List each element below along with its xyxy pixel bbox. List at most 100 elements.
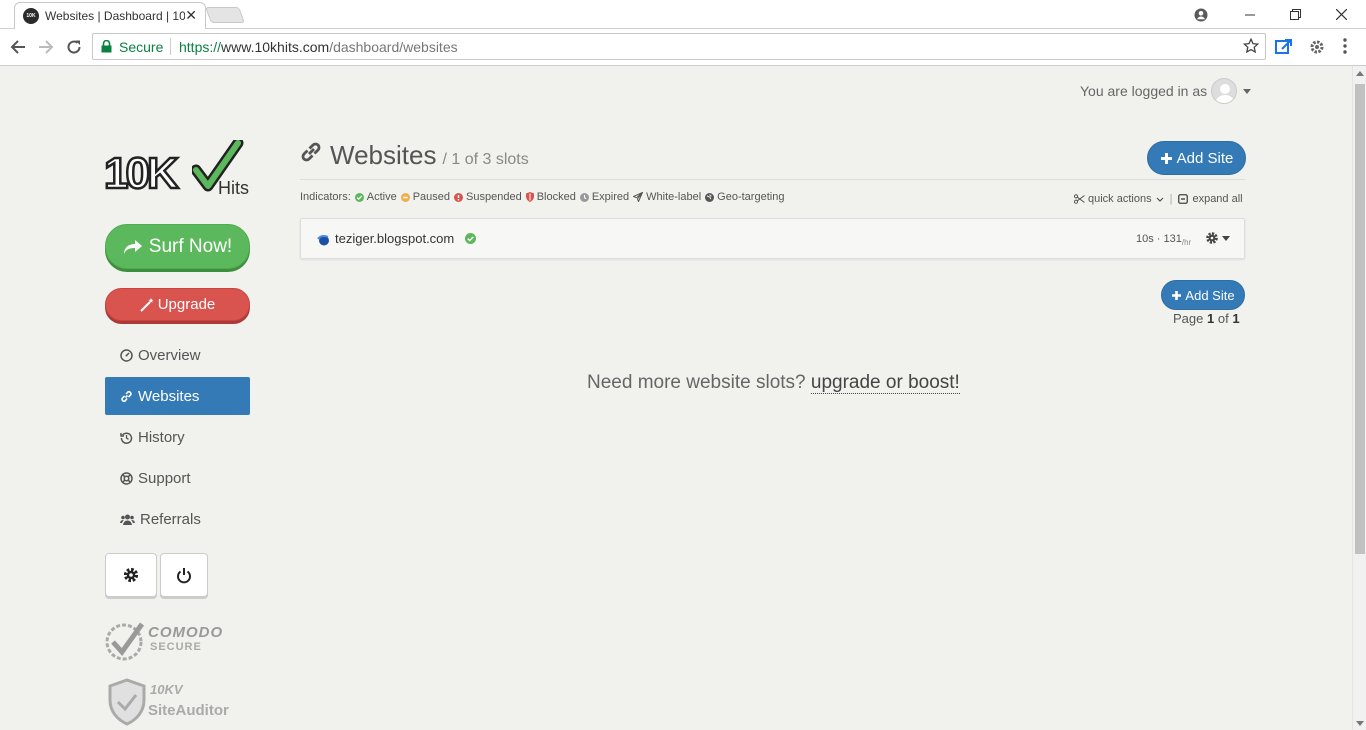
upgrade-or-boost-link[interactable]: upgrade or boost! xyxy=(810,372,960,394)
settings-button[interactable] xyxy=(105,553,157,597)
site-list-item[interactable]: teziger.blogspot.com 10s · 131/hr xyxy=(300,218,1245,259)
gear-icon xyxy=(1206,232,1218,244)
indicator-label: Paused xyxy=(412,191,451,203)
back-arrow-icon[interactable] xyxy=(8,37,28,57)
browser-menu-icon[interactable] xyxy=(1343,38,1347,54)
site-name[interactable]: teziger.blogspot.com xyxy=(335,231,454,246)
gear-icon xyxy=(123,567,139,583)
indicator-active: Active xyxy=(354,191,397,203)
add-site-label: Add Site xyxy=(1185,287,1235,303)
comodo-secure-badge[interactable]: COMODO SECURE xyxy=(104,618,234,663)
more-slots-message: Need more website slots? upgrade or boos… xyxy=(587,372,960,394)
sidebar-item-label: Support xyxy=(138,469,191,487)
url-host: www.10khits.com xyxy=(221,39,330,55)
sidebar-item-referrals[interactable]: Referrals xyxy=(105,500,250,538)
indicator-blocked: Blocked xyxy=(525,191,576,203)
indicator-suspended: Suspended xyxy=(454,191,522,203)
extension-icon[interactable] xyxy=(1275,38,1293,56)
indicator-label: Geo-targeting xyxy=(717,191,785,203)
clock-icon xyxy=(579,192,589,202)
indicator-expired: Expired xyxy=(579,191,629,203)
paper-plane-icon xyxy=(633,192,644,202)
expand-all-button[interactable]: expand all xyxy=(1178,193,1243,205)
address-bar[interactable]: Secure https://www.10khits.com/dashboard… xyxy=(92,33,1266,60)
browser-tab[interactable]: 10K Websites | Dashboard | 10KHits ✕ xyxy=(14,2,206,29)
magic-wand-icon xyxy=(140,297,154,312)
quick-actions-button[interactable]: quick actions xyxy=(1074,193,1164,205)
comodo-check-icon xyxy=(105,622,145,661)
url-path: /dashboard/websites xyxy=(329,39,458,55)
dashboard-icon xyxy=(120,348,133,362)
page-title: Websites / 1 of 3 slots xyxy=(300,140,529,171)
sidebar-item-support[interactable]: Support xyxy=(105,459,250,497)
sidebar-item-label: Websites xyxy=(138,387,200,405)
page-current: 1 xyxy=(1207,311,1215,326)
quick-actions-label: quick actions xyxy=(1088,193,1152,205)
site-stats-value: 10s · 131 xyxy=(1136,233,1182,245)
indicator-paused: Paused xyxy=(400,191,451,203)
chevron-down-icon xyxy=(1222,235,1230,241)
indicator-label: White-label xyxy=(646,191,702,203)
new-tab-button[interactable] xyxy=(205,7,245,23)
close-window-icon[interactable] xyxy=(1318,0,1364,29)
history-icon xyxy=(120,432,133,444)
scroll-down-arrow-icon[interactable] xyxy=(1356,721,1364,726)
logged-in-indicator[interactable]: You are logged in as xyxy=(1080,78,1252,104)
page-total: 1 xyxy=(1232,311,1240,326)
sidebar-item-history[interactable]: History xyxy=(105,418,250,456)
globe-icon xyxy=(705,192,715,202)
avatar[interactable] xyxy=(1211,78,1238,104)
browser-toolbar: Secure https://www.10khits.com/dashboard… xyxy=(0,29,1366,66)
tab-close-icon[interactable]: ✕ xyxy=(185,8,197,22)
more-slots-text: Need more website slots? xyxy=(587,372,806,393)
site-auditor-badge[interactable]: 10KV SiteAuditor xyxy=(104,678,234,728)
link-icon xyxy=(121,390,132,402)
collapse-square-icon xyxy=(1178,194,1189,204)
surf-now-label: Surf Now! xyxy=(148,235,233,257)
logout-button[interactable] xyxy=(160,553,208,597)
plus-icon xyxy=(1172,290,1182,300)
add-site-label: Add Site xyxy=(1176,149,1234,167)
url-text[interactable]: https://www.10khits.com/dashboard/websit… xyxy=(179,39,458,55)
upgrade-label: Upgrade xyxy=(157,296,216,313)
link-icon xyxy=(301,142,321,162)
indicator-label: Active xyxy=(366,191,397,203)
vertical-scrollbar[interactable] xyxy=(1352,66,1366,730)
power-icon xyxy=(177,567,191,583)
life-ring-icon xyxy=(120,471,133,485)
tab-favicon-icon: 10K xyxy=(23,8,39,24)
lock-icon xyxy=(101,40,112,53)
page-content: You are logged in as 10K Hits Surf Now! … xyxy=(0,66,1352,730)
page-of-label: of xyxy=(1217,311,1229,326)
add-site-button-bottom[interactable]: Add Site xyxy=(1161,280,1245,310)
secure-label: Secure xyxy=(119,39,164,55)
share-arrow-icon xyxy=(123,239,142,254)
reload-icon[interactable] xyxy=(64,37,84,57)
scroll-up-arrow-icon[interactable] xyxy=(1356,71,1364,76)
surf-now-button[interactable]: Surf Now! xyxy=(105,224,250,269)
chevron-down-icon xyxy=(1156,197,1164,202)
logo-text: 10K xyxy=(103,149,180,198)
indicators-label: Indicators: xyxy=(300,191,351,203)
exclamation-circle-icon xyxy=(454,192,464,202)
user-menu-caret-icon[interactable] xyxy=(1243,88,1252,94)
minimize-icon[interactable] xyxy=(1227,0,1273,29)
site-logo[interactable]: 10K Hits xyxy=(103,140,254,200)
forward-arrow-icon[interactable] xyxy=(36,37,56,57)
extension-gear-icon[interactable] xyxy=(1308,38,1326,56)
actions-separator: | xyxy=(1169,193,1173,205)
add-site-button[interactable]: Add Site xyxy=(1147,141,1246,175)
comodo-secure-label: SECURE xyxy=(150,641,202,653)
profile-icon[interactable] xyxy=(1178,0,1224,29)
sidebar-item-websites[interactable]: Websites xyxy=(105,377,250,415)
page-label: Page xyxy=(1173,311,1204,326)
shield-icon xyxy=(525,192,534,202)
tab-title: Websites | Dashboard | 10KHits xyxy=(45,9,185,23)
bookmark-star-icon[interactable] xyxy=(1243,38,1259,54)
restore-icon[interactable] xyxy=(1272,0,1318,29)
sidebar-item-overview[interactable]: Overview xyxy=(105,336,250,374)
scrollbar-thumb[interactable] xyxy=(1355,84,1365,554)
slots-count: / 1 of 3 slots xyxy=(442,151,529,168)
site-settings-dropdown[interactable] xyxy=(1205,231,1230,245)
upgrade-button[interactable]: Upgrade xyxy=(105,288,250,321)
